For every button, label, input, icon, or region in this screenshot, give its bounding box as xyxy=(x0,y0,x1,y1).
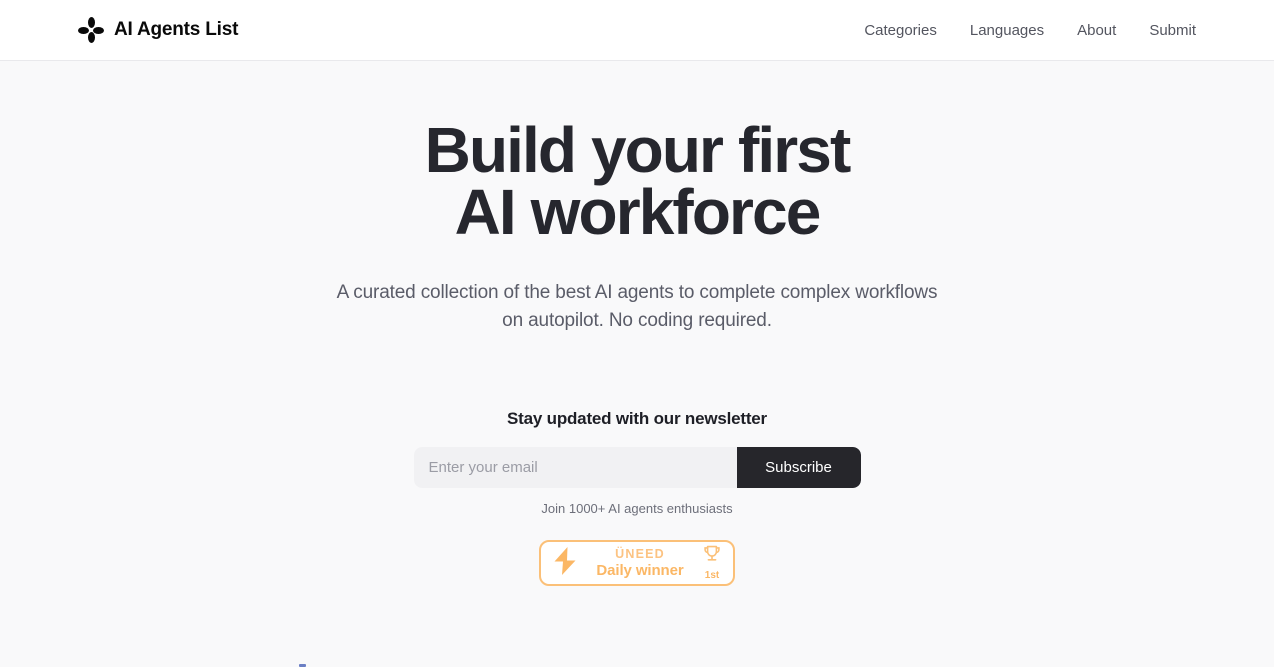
uneed-wordmark: ÜNEED xyxy=(615,546,665,561)
hero-subtitle: A curated collection of the best AI agen… xyxy=(336,282,938,331)
hero-section: Build your first AI workforce A curated … xyxy=(0,61,1274,586)
trophy-block: 1st xyxy=(702,545,722,581)
nav-item-languages[interactable]: Languages xyxy=(970,22,1044,39)
page-title: Build your first AI workforce xyxy=(187,114,1087,248)
page-title-line-2: AI workforce xyxy=(454,176,822,248)
uneed-text-block: ÜNEED Daily winner xyxy=(587,548,693,579)
subscribe-button[interactable]: Subscribe xyxy=(736,447,861,488)
newsletter-form: Subscribe xyxy=(413,447,861,488)
trophy-rank-label: 1st xyxy=(704,570,720,581)
four-petal-diamond-icon xyxy=(78,17,104,43)
page-title-line-1: Build your first xyxy=(424,114,852,186)
uneed-tagline: Daily winner xyxy=(596,562,684,580)
newsletter-title: Stay updated with our newsletter xyxy=(507,409,767,428)
nav-item-categories[interactable]: Categories xyxy=(864,22,937,39)
lightning-bolt-icon xyxy=(552,546,578,581)
nav-item-submit[interactable]: Submit xyxy=(1149,22,1196,39)
main-navigation: Categories Languages About Submit xyxy=(864,22,1196,39)
brand-name: AI Agents List xyxy=(114,19,239,40)
newsletter-note: Join 1000+ AI agents enthusiasts xyxy=(541,501,733,516)
site-header: AI Agents List Categories Languages Abou… xyxy=(0,0,1274,61)
uneed-daily-winner-badge[interactable]: ÜNEED Daily winner 1st xyxy=(539,540,735,586)
badge-container: ÜNEED Daily winner 1st xyxy=(0,540,1274,586)
brand-logo-link[interactable]: AI Agents List xyxy=(78,17,238,43)
trophy-icon xyxy=(702,545,722,569)
email-input[interactable] xyxy=(413,447,737,488)
nav-item-about[interactable]: About xyxy=(1077,22,1116,39)
newsletter-section: Stay updated with our newsletter Subscri… xyxy=(0,409,1274,586)
